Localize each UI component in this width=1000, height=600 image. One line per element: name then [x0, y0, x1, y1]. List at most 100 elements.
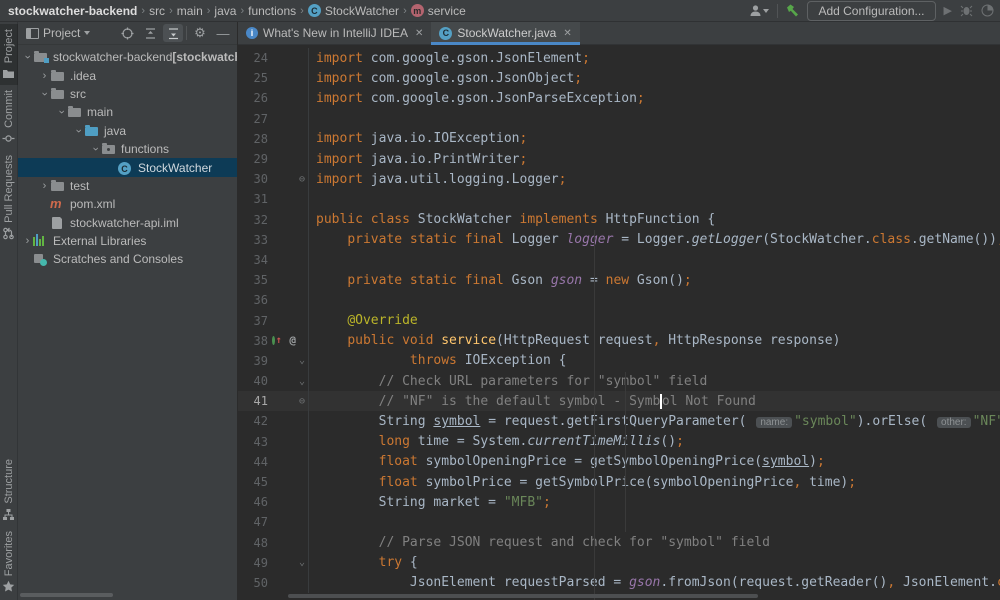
code-line-41[interactable]: 41⊖ // "NF" is the default symbol - Symb… [238, 391, 1000, 411]
collapse-all-icon[interactable] [163, 24, 183, 42]
tree-item-external-libraries[interactable]: ›External Libraries [18, 232, 237, 250]
code-editor[interactable]: 24import com.google.gson.JsonElement;25i… [238, 45, 1000, 600]
fold-open-icon[interactable]: ⌄ [296, 351, 309, 371]
tree-item-pom-xml[interactable]: mpom.xml [18, 195, 237, 213]
line-number[interactable]: 36 [238, 293, 268, 307]
tree-item-stockwatcher-backend[interactable]: ›stockwatcher-backend [stockwatche [18, 48, 237, 66]
tree-item-functions[interactable]: ›functions [18, 140, 237, 158]
code-line-35[interactable]: 35 private static final Gson gson = new … [238, 270, 1000, 290]
line-number[interactable]: 34 [238, 253, 268, 267]
line-number[interactable]: 42 [238, 414, 268, 428]
line-number[interactable]: 47 [238, 515, 268, 529]
fold-end-icon[interactable]: ⊖ [296, 391, 309, 411]
chevron-down-icon[interactable]: › [90, 144, 102, 155]
code-line-50[interactable]: 50 JsonElement requestParsed = gson.from… [238, 573, 1000, 593]
code-line-48[interactable]: 48 // Parse JSON request and check for "… [238, 533, 1000, 553]
line-number[interactable]: 37 [238, 314, 268, 328]
tree-item-test[interactable]: ›test [18, 177, 237, 195]
override-gutter-icon[interactable]: ↑ @ [268, 334, 296, 347]
chevron-down-icon[interactable]: › [73, 125, 85, 136]
code-line-34[interactable]: 34 [238, 250, 1000, 270]
line-number[interactable]: 30 [238, 172, 268, 186]
breadcrumb-item-stockwatcher-backend[interactable]: stockwatcher-backend [8, 4, 137, 18]
close-icon[interactable]: ✕ [563, 28, 571, 39]
tree-item-scratches-and-consoles[interactable]: Scratches and Consoles [18, 250, 237, 268]
chevron-down-icon[interactable]: › [22, 52, 34, 63]
line-number[interactable]: 33 [238, 233, 268, 247]
tree-item-idea[interactable]: ›.idea [18, 66, 237, 84]
code-line-36[interactable]: 36 [238, 290, 1000, 310]
code-line-32[interactable]: 32public class StockWatcher implements H… [238, 210, 1000, 230]
code-line-31[interactable]: 31 [238, 189, 1000, 209]
line-number[interactable]: 31 [238, 192, 268, 206]
close-icon[interactable]: ✕ [415, 28, 423, 39]
line-number[interactable]: 24 [238, 51, 268, 65]
code-line-43[interactable]: 43 long time = System.currentTimeMillis(… [238, 432, 1000, 452]
line-number[interactable]: 25 [238, 71, 268, 85]
line-number[interactable]: 44 [238, 455, 268, 469]
code-line-49[interactable]: 49⌄ try { [238, 553, 1000, 573]
tab-what-s-new-in-intellij-idea[interactable]: iWhat's New in IntelliJ IDEA✕ [238, 22, 431, 44]
code-line-37[interactable]: 37 @Override [238, 310, 1000, 330]
fold-open-icon[interactable]: ⌄ [296, 371, 309, 391]
line-number[interactable]: 46 [238, 495, 268, 509]
tree-item-main[interactable]: ›main [18, 103, 237, 121]
chevron-right-icon[interactable]: › [39, 70, 50, 82]
line-number[interactable]: 43 [238, 435, 268, 449]
stripe-button-commit[interactable]: Commit [0, 85, 18, 150]
code-line-47[interactable]: 47 [238, 512, 1000, 532]
line-number[interactable]: 35 [238, 273, 268, 287]
code-line-27[interactable]: 27 [238, 109, 1000, 129]
breadcrumb-item-main[interactable]: main [177, 4, 203, 18]
breadcrumb-item-src[interactable]: src [149, 4, 165, 18]
code-line-40[interactable]: 40⌄ // Check URL parameters for "symbol"… [238, 371, 1000, 391]
line-number[interactable]: 38 [238, 334, 268, 348]
stripe-button-pull-requests[interactable]: Pull Requests [0, 150, 18, 245]
locate-icon[interactable] [117, 24, 137, 42]
breadcrumb-item-functions[interactable]: functions [248, 4, 296, 18]
line-number[interactable]: 41 [238, 394, 268, 408]
code-line-42[interactable]: 42 String symbol = request.getFirstQuery… [238, 411, 1000, 431]
debug-icon[interactable] [960, 4, 973, 17]
code-line-30[interactable]: 30⊖import java.util.logging.Logger; [238, 169, 1000, 189]
code-line-45[interactable]: 45 float symbolPrice = getSymbolPrice(sy… [238, 472, 1000, 492]
line-number[interactable]: 45 [238, 475, 268, 489]
chevron-down-icon[interactable]: › [39, 88, 51, 99]
code-line-25[interactable]: 25import com.google.gson.JsonObject; [238, 68, 1000, 88]
breadcrumb-item-service[interactable]: mservice [411, 4, 466, 18]
editor-horizontal-scrollbar[interactable] [288, 594, 758, 598]
line-number[interactable]: 49 [238, 556, 268, 570]
code-line-28[interactable]: 28import java.io.IOException; [238, 129, 1000, 149]
line-number[interactable]: 40 [238, 374, 268, 388]
chevron-right-icon[interactable]: › [22, 235, 33, 247]
code-line-29[interactable]: 29import java.io.PrintWriter; [238, 149, 1000, 169]
code-line-26[interactable]: 26import com.google.gson.JsonParseExcept… [238, 88, 1000, 108]
line-number[interactable]: 50 [238, 576, 268, 590]
add-configuration-button[interactable]: Add Configuration... [807, 1, 935, 21]
line-number[interactable]: 26 [238, 91, 268, 105]
line-number[interactable]: 48 [238, 536, 268, 550]
line-number[interactable]: 29 [238, 152, 268, 166]
stripe-button-favorites[interactable]: Favorites [0, 526, 18, 598]
line-number[interactable]: 28 [238, 132, 268, 146]
tree-item-src[interactable]: ›src [18, 85, 237, 103]
line-number[interactable]: 39 [238, 354, 268, 368]
tree-item-java[interactable]: ›java [18, 122, 237, 140]
code-line-46[interactable]: 46 String market = "MFB"; [238, 492, 1000, 512]
stripe-button-structure[interactable]: Structure [0, 454, 18, 526]
code-line-33[interactable]: 33 private static final Logger logger = … [238, 230, 1000, 250]
breadcrumb-item-stockwatcher[interactable]: CStockWatcher [308, 4, 399, 18]
chevron-right-icon[interactable]: › [39, 180, 50, 192]
line-number[interactable]: 32 [238, 213, 268, 227]
stripe-button-project[interactable]: Project [0, 24, 18, 85]
fold-end-icon[interactable]: ⊖ [296, 169, 309, 189]
run-icon[interactable]: ▶ [944, 4, 952, 17]
code-line-44[interactable]: 44 float symbolOpeningPrice = getSymbolO… [238, 452, 1000, 472]
tab-stockwatcher-java[interactable]: CStockWatcher.java✕ [431, 22, 579, 44]
user-icon[interactable] [749, 4, 769, 17]
breadcrumb-item-java[interactable]: java [214, 4, 236, 18]
hide-icon[interactable]: — [213, 24, 233, 42]
code-line-39[interactable]: 39⌄ throws IOException { [238, 351, 1000, 371]
project-view-selector[interactable]: Project [43, 26, 80, 40]
line-number[interactable]: 27 [238, 112, 268, 126]
